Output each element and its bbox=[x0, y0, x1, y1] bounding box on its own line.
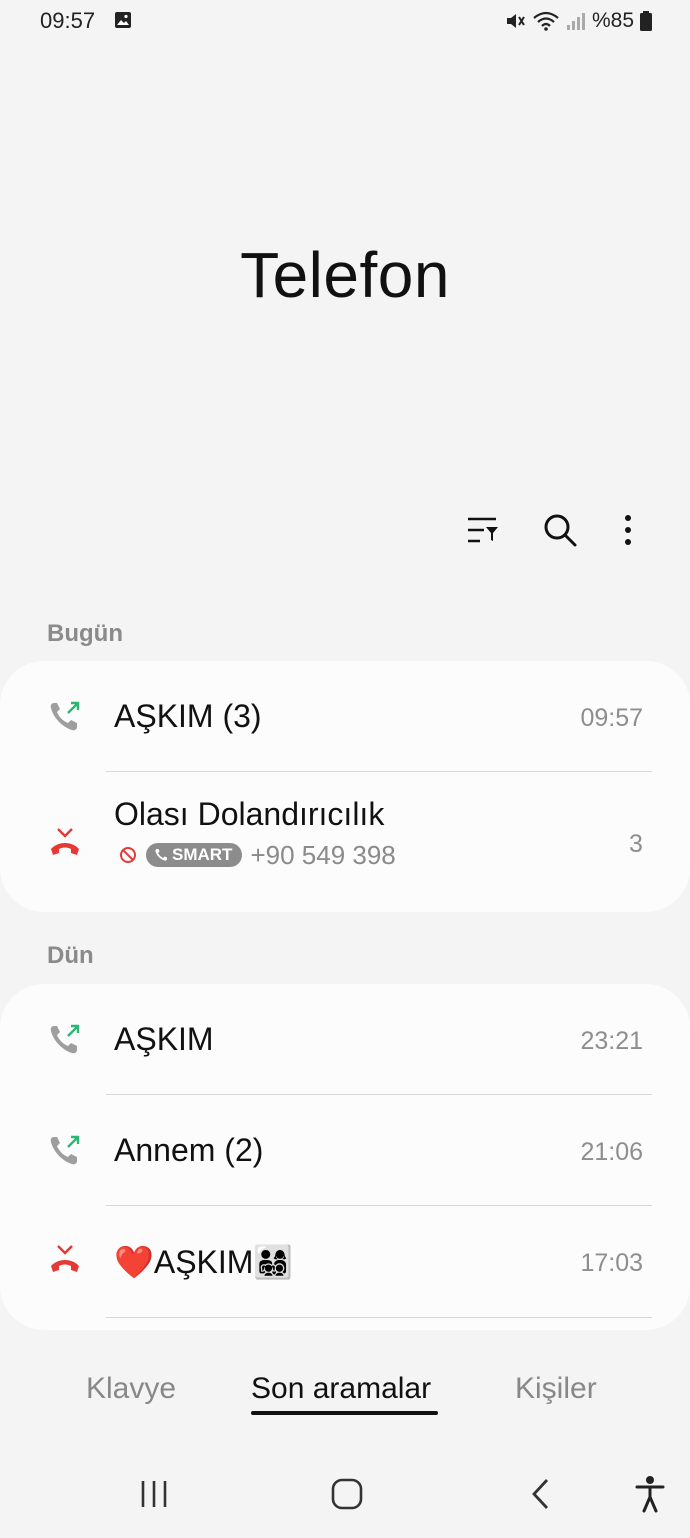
blocked-icon bbox=[120, 847, 136, 863]
contact-name: AŞKIM (3) bbox=[114, 698, 262, 734]
outgoing-call-icon bbox=[50, 1024, 80, 1054]
call-log-item[interactable]: Annem (2) 21:06 bbox=[0, 1095, 690, 1206]
back-button[interactable] bbox=[519, 1472, 563, 1516]
active-tab-indicator bbox=[251, 1411, 438, 1415]
tab-keypad[interactable]: Klavye bbox=[86, 1372, 176, 1406]
call-time: 17:03 bbox=[580, 1249, 643, 1277]
divider bbox=[106, 1317, 652, 1318]
more-vertical-icon bbox=[625, 515, 631, 545]
call-time: 23:21 bbox=[580, 1027, 643, 1055]
search-button[interactable] bbox=[538, 508, 582, 552]
call-log-item[interactable]: AŞKIM (3) 09:57 bbox=[0, 661, 690, 772]
contact-name: Annem (2) bbox=[114, 1132, 264, 1168]
smart-call-badge: SMART bbox=[146, 843, 243, 867]
section-label-today: Bugün bbox=[47, 620, 123, 647]
filter-icon bbox=[468, 517, 498, 543]
tab-recents[interactable]: Son aramalar bbox=[251, 1372, 431, 1406]
call-group-today: AŞKIM (3) 09:57 Olası Dolandırıcılık SMA… bbox=[0, 661, 690, 912]
missed-call-icon bbox=[51, 1245, 79, 1272]
outgoing-call-icon bbox=[50, 1135, 80, 1165]
missed-call-icon bbox=[51, 828, 79, 855]
section-label-yesterday: Dün bbox=[47, 942, 94, 969]
page-title: Telefon bbox=[240, 239, 450, 311]
call-log-item[interactable]: ❤️AŞKIM👨‍👩‍👧‍👦 17:03 bbox=[0, 1206, 690, 1317]
more-options-button[interactable] bbox=[606, 508, 650, 552]
call-log-item[interactable]: AŞKIM 23:21 bbox=[0, 984, 690, 1095]
status-time: 09:57 bbox=[40, 8, 96, 33]
call-log-item[interactable]: Olası Dolandırıcılık SMART +90 549 398 3 bbox=[0, 772, 690, 912]
status-bar: 09:57 %85 bbox=[0, 0, 690, 44]
wifi-icon bbox=[533, 11, 559, 31]
system-navigation-bar bbox=[0, 1450, 690, 1538]
smart-badge-label: SMART bbox=[172, 845, 233, 864]
home-icon bbox=[331, 1478, 363, 1510]
contact-name: Olası Dolandırıcılık bbox=[114, 796, 385, 832]
recent-apps-button[interactable] bbox=[132, 1472, 176, 1516]
filter-button[interactable] bbox=[461, 508, 505, 552]
caller-details: SMART +90 549 398 bbox=[118, 839, 400, 870]
accessibility-icon bbox=[635, 1476, 665, 1513]
call-time: 3 bbox=[629, 830, 643, 858]
mute-icon bbox=[506, 14, 525, 28]
battery-icon bbox=[640, 11, 652, 31]
phone-number: +90 549 398 bbox=[250, 839, 396, 870]
phone-icon bbox=[155, 849, 167, 861]
contact-name: AŞKIM bbox=[114, 1021, 214, 1057]
home-button[interactable] bbox=[325, 1472, 369, 1516]
contact-name: ❤️AŞKIM👨‍👩‍👧‍👦 bbox=[114, 1244, 294, 1280]
gallery-notification-icon bbox=[115, 12, 131, 28]
battery-percentage: %85 bbox=[591, 9, 634, 32]
call-time: 21:06 bbox=[580, 1138, 643, 1166]
accessibility-button[interactable] bbox=[628, 1472, 672, 1516]
signal-icon bbox=[566, 13, 585, 30]
recent-apps-icon bbox=[141, 1481, 167, 1507]
call-time: 09:57 bbox=[580, 704, 643, 732]
outgoing-call-icon bbox=[50, 701, 80, 731]
call-group-yesterday: AŞKIM 23:21 Annem (2) 21:06 ❤️AŞKIM👨‍👩‍👧… bbox=[0, 984, 690, 1330]
search-icon bbox=[544, 514, 577, 547]
back-icon bbox=[532, 1479, 549, 1509]
status-right: %85 bbox=[504, 8, 652, 34]
tab-contacts[interactable]: Kişiler bbox=[515, 1372, 597, 1406]
